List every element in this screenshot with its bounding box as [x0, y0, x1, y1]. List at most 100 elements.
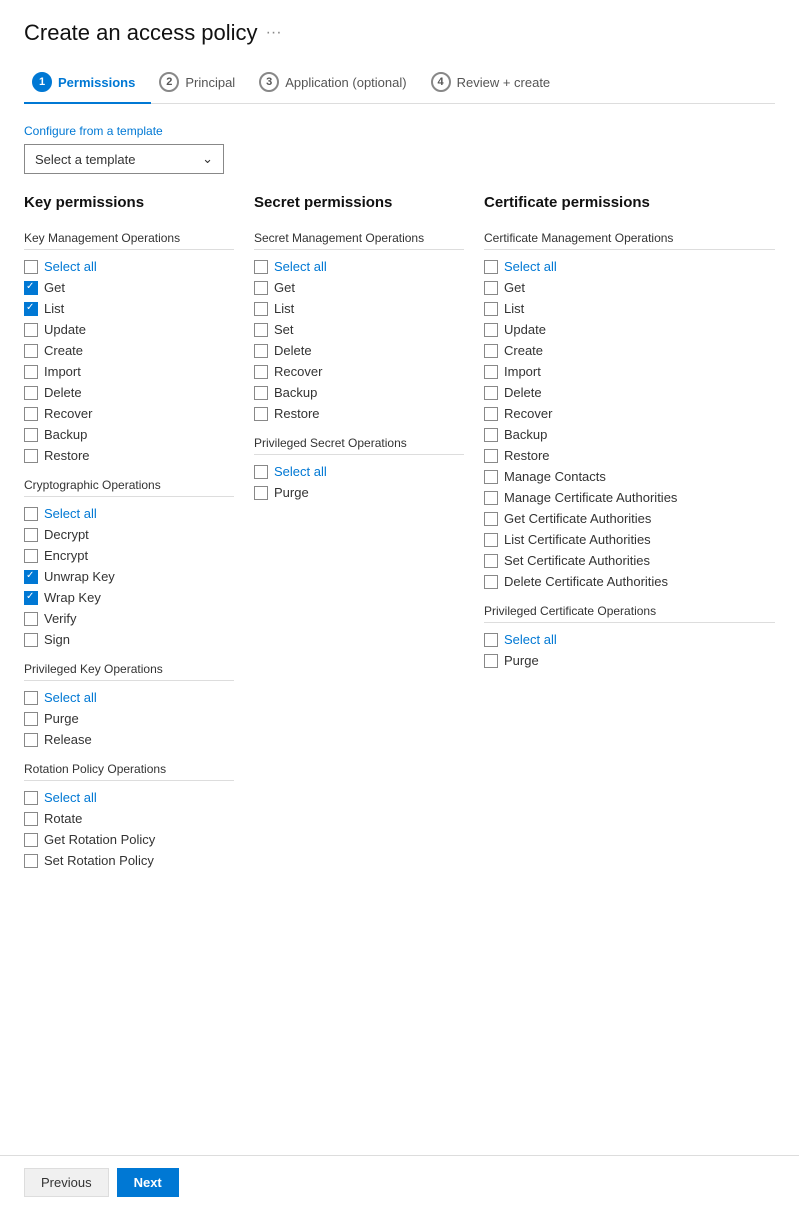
checkbox-km_list[interactable] [24, 302, 38, 316]
label-cm_listca[interactable]: List Certificate Authorities [504, 532, 651, 547]
label-pc_selectall[interactable]: Select all [504, 632, 557, 647]
label-cm_create[interactable]: Create [504, 343, 543, 358]
checkbox-sm_get[interactable] [254, 281, 268, 295]
checkbox-ps_purge[interactable] [254, 486, 268, 500]
label-km_create[interactable]: Create [44, 343, 83, 358]
label-pk_release[interactable]: Release [44, 732, 92, 747]
label-sm_recover[interactable]: Recover [274, 364, 322, 379]
next-button[interactable]: Next [117, 1168, 179, 1197]
checkbox-cm_manageca[interactable] [484, 491, 498, 505]
checkbox-sm_backup[interactable] [254, 386, 268, 400]
checkbox-co_verify[interactable] [24, 612, 38, 626]
checkbox-cm_restore[interactable] [484, 449, 498, 463]
checkbox-cm_setca[interactable] [484, 554, 498, 568]
label-km_list[interactable]: List [44, 301, 64, 316]
checkbox-sm_restore[interactable] [254, 407, 268, 421]
label-ps_selectall[interactable]: Select all [274, 464, 327, 479]
checkbox-pk_selectall[interactable] [24, 691, 38, 705]
checkbox-sm_list[interactable] [254, 302, 268, 316]
checkbox-co_encrypt[interactable] [24, 549, 38, 563]
checkbox-cm_selectall[interactable] [484, 260, 498, 274]
checkbox-cm_backup[interactable] [484, 428, 498, 442]
checkbox-co_decrypt[interactable] [24, 528, 38, 542]
template-dropdown[interactable]: Select a template ⌄ [24, 144, 224, 174]
checkbox-km_delete[interactable] [24, 386, 38, 400]
wizard-tab-permissions[interactable]: 1Permissions [24, 62, 151, 104]
label-cm_update[interactable]: Update [504, 322, 546, 337]
previous-button[interactable]: Previous [24, 1168, 109, 1197]
label-sm_restore[interactable]: Restore [274, 406, 320, 421]
checkbox-sm_recover[interactable] [254, 365, 268, 379]
checkbox-km_backup[interactable] [24, 428, 38, 442]
checkbox-rp_rotate[interactable] [24, 812, 38, 826]
label-km_delete[interactable]: Delete [44, 385, 82, 400]
checkbox-pk_release[interactable] [24, 733, 38, 747]
label-pk_selectall[interactable]: Select all [44, 690, 97, 705]
label-co_wrapkey[interactable]: Wrap Key [44, 590, 101, 605]
checkbox-km_recover[interactable] [24, 407, 38, 421]
label-pk_purge[interactable]: Purge [44, 711, 79, 726]
checkbox-cm_getca[interactable] [484, 512, 498, 526]
label-km_get[interactable]: Get [44, 280, 65, 295]
label-co_unwrapkey[interactable]: Unwrap Key [44, 569, 115, 584]
label-km_recover[interactable]: Recover [44, 406, 92, 421]
label-rp_setpolicy[interactable]: Set Rotation Policy [44, 853, 154, 868]
checkbox-rp_selectall[interactable] [24, 791, 38, 805]
checkbox-cm_import[interactable] [484, 365, 498, 379]
checkbox-cm_recover[interactable] [484, 407, 498, 421]
page-title-dots[interactable]: ··· [266, 24, 282, 42]
label-cm_deleteca[interactable]: Delete Certificate Authorities [504, 574, 668, 589]
checkbox-cm_get[interactable] [484, 281, 498, 295]
checkbox-pc_selectall[interactable] [484, 633, 498, 647]
label-rp_rotate[interactable]: Rotate [44, 811, 82, 826]
label-km_import[interactable]: Import [44, 364, 81, 379]
label-co_verify[interactable]: Verify [44, 611, 77, 626]
checkbox-co_unwrapkey[interactable] [24, 570, 38, 584]
checkbox-cm_update[interactable] [484, 323, 498, 337]
checkbox-pk_purge[interactable] [24, 712, 38, 726]
checkbox-km_update[interactable] [24, 323, 38, 337]
checkbox-cm_create[interactable] [484, 344, 498, 358]
checkbox-cm_list[interactable] [484, 302, 498, 316]
checkbox-co_wrapkey[interactable] [24, 591, 38, 605]
label-co_sign[interactable]: Sign [44, 632, 70, 647]
checkbox-co_sign[interactable] [24, 633, 38, 647]
label-km_backup[interactable]: Backup [44, 427, 87, 442]
label-rp_selectall[interactable]: Select all [44, 790, 97, 805]
label-pc_purge[interactable]: Purge [504, 653, 539, 668]
label-cm_selectall[interactable]: Select all [504, 259, 557, 274]
label-cm_restore[interactable]: Restore [504, 448, 550, 463]
checkbox-cm_deleteca[interactable] [484, 575, 498, 589]
label-sm_set[interactable]: Set [274, 322, 294, 337]
label-sm_list[interactable]: List [274, 301, 294, 316]
checkbox-sm_selectall[interactable] [254, 260, 268, 274]
checkbox-pc_purge[interactable] [484, 654, 498, 668]
label-ps_purge[interactable]: Purge [274, 485, 309, 500]
label-cm_manageca[interactable]: Manage Certificate Authorities [504, 490, 677, 505]
wizard-tab-principal[interactable]: 2Principal [151, 62, 251, 104]
checkbox-cm_managecontacts[interactable] [484, 470, 498, 484]
checkbox-km_import[interactable] [24, 365, 38, 379]
wizard-tab-application[interactable]: 3Application (optional) [251, 62, 422, 104]
label-co_decrypt[interactable]: Decrypt [44, 527, 89, 542]
checkbox-rp_getpolicy[interactable] [24, 833, 38, 847]
label-km_selectall[interactable]: Select all [44, 259, 97, 274]
label-cm_recover[interactable]: Recover [504, 406, 552, 421]
label-cm_managecontacts[interactable]: Manage Contacts [504, 469, 606, 484]
label-sm_get[interactable]: Get [274, 280, 295, 295]
checkbox-sm_delete[interactable] [254, 344, 268, 358]
label-cm_delete[interactable]: Delete [504, 385, 542, 400]
label-cm_getca[interactable]: Get Certificate Authorities [504, 511, 651, 526]
label-cm_get[interactable]: Get [504, 280, 525, 295]
checkbox-ps_selectall[interactable] [254, 465, 268, 479]
label-cm_backup[interactable]: Backup [504, 427, 547, 442]
label-sm_backup[interactable]: Backup [274, 385, 317, 400]
checkbox-sm_set[interactable] [254, 323, 268, 337]
checkbox-cm_delete[interactable] [484, 386, 498, 400]
label-co_encrypt[interactable]: Encrypt [44, 548, 88, 563]
checkbox-km_get[interactable] [24, 281, 38, 295]
checkbox-cm_listca[interactable] [484, 533, 498, 547]
label-km_restore[interactable]: Restore [44, 448, 90, 463]
label-cm_import[interactable]: Import [504, 364, 541, 379]
label-co_selectall[interactable]: Select all [44, 506, 97, 521]
